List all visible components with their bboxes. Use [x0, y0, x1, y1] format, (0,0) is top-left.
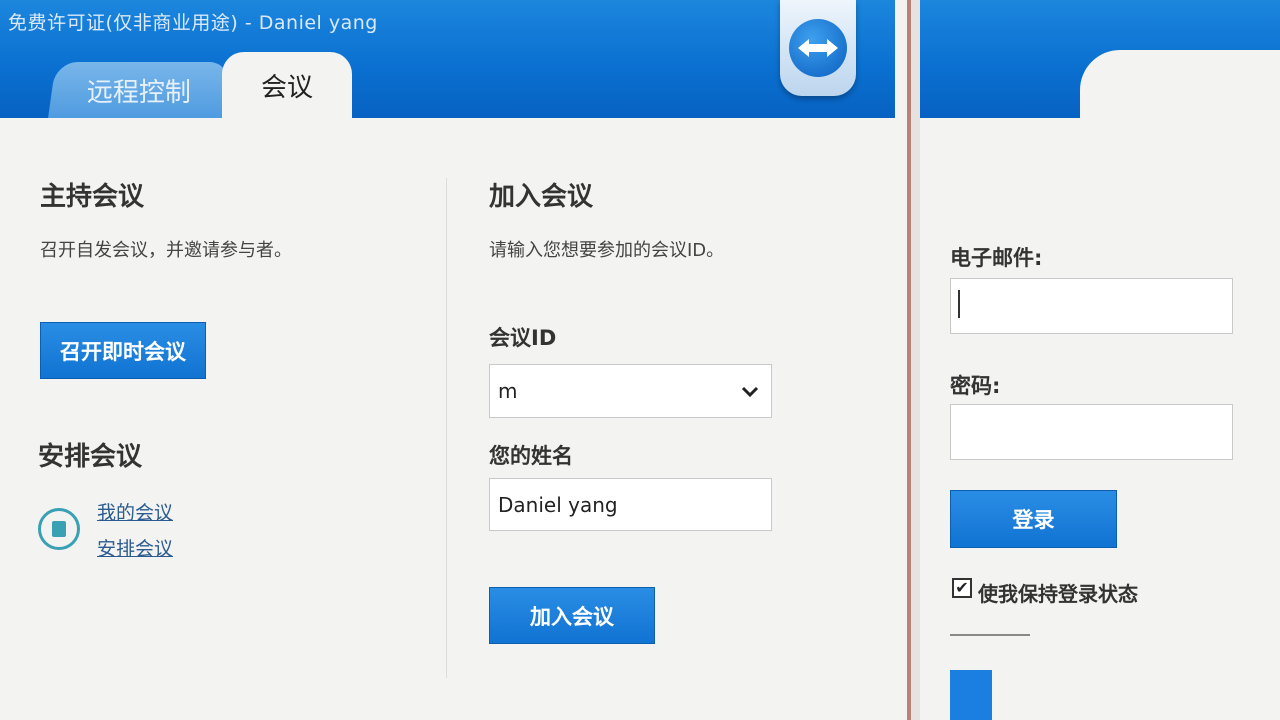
- window-separator: [895, 0, 920, 720]
- my-meetings-link[interactable]: 我的会议: [97, 498, 173, 525]
- email-label: 电子邮件:: [950, 246, 1043, 270]
- your-name-label: 您的姓名: [489, 444, 573, 468]
- logo-arrows-icon: [789, 19, 847, 77]
- host-meeting-description: 召开自发会议，并邀请参与者。: [40, 240, 292, 261]
- password-field[interactable]: [950, 404, 1233, 460]
- email-field[interactable]: [950, 278, 1233, 334]
- join-meeting-button[interactable]: 加入会议: [489, 587, 655, 644]
- calendar-icon: [38, 508, 80, 550]
- window-title: 免费许可证(仅非商业用途) - Daniel yang: [8, 12, 378, 34]
- tab-remote-control[interactable]: 远程控制: [48, 62, 231, 118]
- main-window: 免费许可证(仅非商业用途) - Daniel yang 远程控制 会议 主持会议…: [0, 0, 895, 720]
- join-meeting-title: 加入会议: [489, 182, 594, 212]
- meeting-id-label: 会议ID: [489, 326, 557, 350]
- partial-blue-button[interactable]: [950, 670, 992, 720]
- teamviewer-logo: [780, 0, 856, 96]
- blurred-divider: [950, 634, 1030, 636]
- your-name-input[interactable]: Daniel yang: [489, 478, 772, 531]
- your-name-value: Daniel yang: [498, 492, 618, 517]
- keep-logged-in-checkbox[interactable]: ✔: [952, 578, 972, 598]
- checkmark-icon: ✔: [955, 578, 969, 597]
- schedule-meeting-link[interactable]: 安排会议: [97, 534, 173, 561]
- text-cursor: [958, 290, 960, 318]
- tab-meeting-label: 会议: [260, 72, 313, 103]
- meeting-id-value: m: [498, 379, 518, 403]
- tab-meeting[interactable]: 会议: [222, 52, 352, 118]
- login-panel: [920, 0, 1280, 720]
- host-meeting-title: 主持会议: [40, 182, 145, 212]
- join-meeting-description: 请输入您想要参加的会议ID。: [489, 240, 725, 261]
- column-divider: [446, 178, 447, 678]
- keep-logged-in-label[interactable]: 使我保持登录状态: [978, 578, 1138, 607]
- tab-remote-control-label: 远程控制: [87, 77, 192, 108]
- start-instant-meeting-button[interactable]: 召开即时会议: [40, 322, 206, 379]
- password-label: 密码:: [950, 374, 1001, 398]
- schedule-meeting-title: 安排会议: [38, 442, 143, 472]
- login-button[interactable]: 登录: [950, 490, 1117, 548]
- login-header-curve: [1080, 50, 1280, 118]
- chevron-down-icon[interactable]: [741, 379, 759, 403]
- meeting-id-select[interactable]: m: [489, 364, 772, 418]
